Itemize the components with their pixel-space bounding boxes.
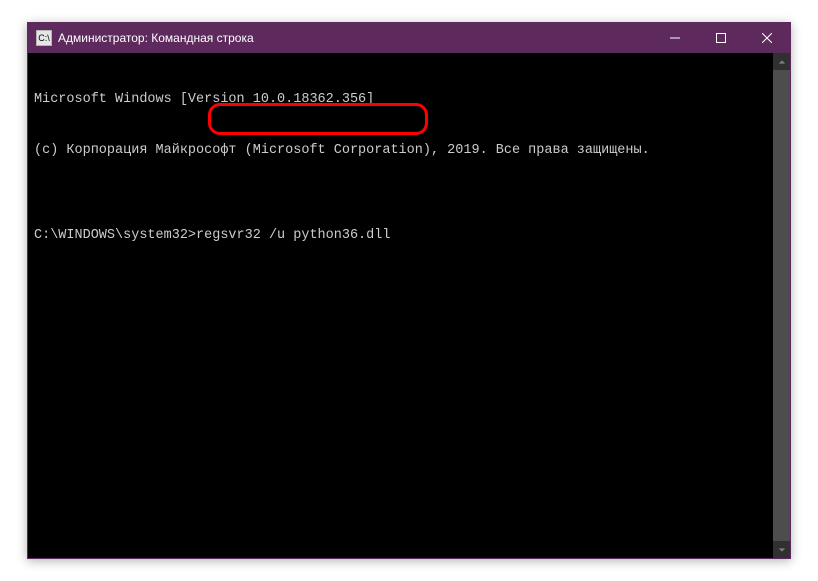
- window-title: Администратор: Командная строка: [58, 31, 652, 45]
- scroll-track[interactable]: [773, 70, 790, 541]
- maximize-button[interactable]: [698, 23, 744, 53]
- terminal-line: Microsoft Windows [Version 10.0.18362.35…: [34, 91, 784, 108]
- scroll-up-button[interactable]: [773, 53, 790, 70]
- titlebar[interactable]: C:\ Администратор: Командная строка: [28, 23, 790, 53]
- maximize-icon: [716, 33, 726, 43]
- scroll-down-button[interactable]: [773, 541, 790, 558]
- chevron-down-icon: [778, 546, 786, 554]
- vertical-scrollbar[interactable]: [773, 53, 790, 558]
- terminal-line: C:\WINDOWS\system32>regsvr32 /u python36…: [34, 227, 784, 244]
- cmd-icon: C:\: [36, 30, 52, 46]
- chevron-up-icon: [778, 58, 786, 66]
- terminal-line: (c) Корпорация Майкрософт (Microsoft Cor…: [34, 142, 784, 159]
- scroll-thumb[interactable]: [773, 70, 790, 541]
- terminal-output[interactable]: Microsoft Windows [Version 10.0.18362.35…: [28, 53, 790, 558]
- cmd-window: C:\ Администратор: Командная строка Micr…: [27, 22, 791, 559]
- close-button[interactable]: [744, 23, 790, 53]
- window-controls: [652, 23, 790, 53]
- minimize-icon: [670, 33, 680, 43]
- minimize-button[interactable]: [652, 23, 698, 53]
- close-icon: [762, 33, 772, 43]
